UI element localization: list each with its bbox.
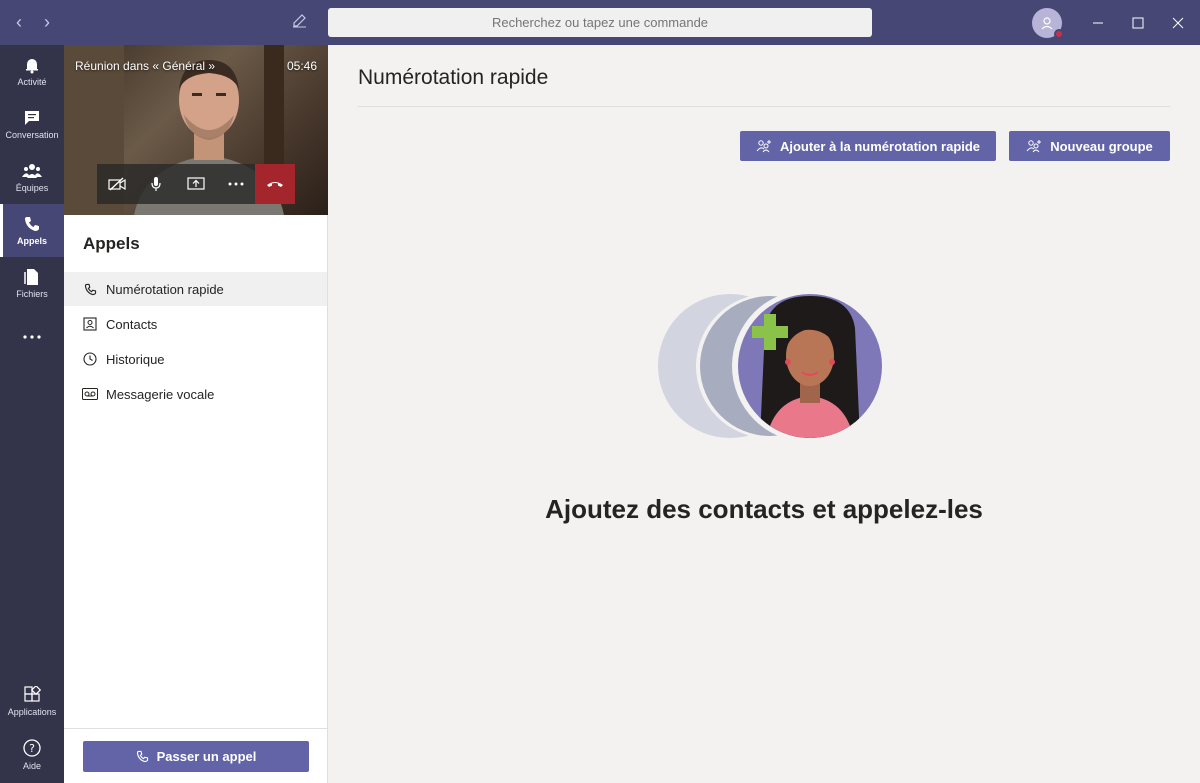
meeting-title: Réunion dans « Général » bbox=[75, 59, 216, 73]
maximize-button[interactable] bbox=[1116, 0, 1160, 45]
phone-icon bbox=[25, 217, 39, 231]
new-group-button[interactable]: Nouveau groupe bbox=[1009, 131, 1170, 161]
title-bar: ‹ › bbox=[0, 0, 1200, 45]
rail-item-help[interactable]: ? Aide bbox=[0, 728, 64, 781]
meeting-time: 05:46 bbox=[286, 59, 317, 73]
empty-state-text: Ajoutez des contacts et appelez-les bbox=[545, 494, 983, 524]
make-call-button[interactable]: Passer un appel bbox=[83, 741, 309, 772]
phone-icon bbox=[136, 750, 148, 763]
nav-item-speed-dial[interactable]: Numérotation rapide bbox=[64, 272, 327, 306]
rail-label: Appels bbox=[16, 236, 47, 246]
nav-item-label: Contacts bbox=[106, 316, 158, 332]
nav-item-label: Historique bbox=[106, 351, 165, 367]
add-group-icon bbox=[1026, 140, 1042, 153]
panel-divider bbox=[64, 728, 327, 729]
svg-text:?: ? bbox=[29, 742, 35, 755]
rail-item-more[interactable] bbox=[0, 310, 64, 363]
maximize-icon bbox=[1132, 17, 1144, 28]
teams-icon bbox=[22, 164, 42, 178]
nav-item-voicemail[interactable]: Messagerie vocale bbox=[64, 377, 327, 411]
nav-item-history[interactable]: Historique bbox=[64, 342, 327, 376]
page-title: Numérotation rapide bbox=[358, 66, 549, 89]
search-input[interactable] bbox=[328, 8, 872, 37]
camera-off-icon bbox=[108, 177, 126, 191]
rail-item-conversation[interactable]: Conversation bbox=[0, 98, 64, 151]
share-screen-icon bbox=[187, 177, 205, 190]
rail-item-activity[interactable]: Activité bbox=[0, 45, 64, 98]
rail-item-apps[interactable]: Applications bbox=[0, 675, 64, 728]
more-options-button[interactable] bbox=[216, 164, 256, 204]
hang-up-button[interactable] bbox=[255, 164, 295, 204]
more-icon bbox=[228, 182, 244, 186]
add-speed-dial-button[interactable]: Ajouter à la numérotation rapide bbox=[740, 131, 996, 161]
phone-icon bbox=[82, 281, 98, 297]
bell-icon bbox=[26, 59, 38, 74]
call-controls bbox=[97, 164, 295, 204]
close-icon bbox=[1172, 17, 1184, 28]
make-call-label: Passer un appel bbox=[156, 749, 257, 764]
speed-dial-illustration bbox=[658, 290, 884, 442]
rail-label: Applications bbox=[7, 707, 57, 717]
clock-icon bbox=[82, 351, 98, 367]
minimize-icon bbox=[1093, 22, 1103, 23]
rail-label: Aide bbox=[22, 761, 41, 771]
calls-panel: Réunion dans « Général » 05:46 Appels Nu bbox=[64, 45, 328, 783]
add-people-icon bbox=[756, 140, 771, 153]
close-button[interactable] bbox=[1156, 0, 1200, 45]
compose-icon[interactable] bbox=[292, 12, 312, 32]
rail-item-calls[interactable]: Appels bbox=[0, 204, 64, 257]
chevron-left-icon[interactable]: ‹ bbox=[12, 0, 26, 45]
title-divider bbox=[358, 106, 1170, 107]
new-group-label: Nouveau groupe bbox=[1050, 138, 1153, 154]
add-speed-dial-label: Ajouter à la numérotation rapide bbox=[779, 138, 981, 154]
rail-item-teams[interactable]: Équipes bbox=[0, 151, 64, 204]
history-nav: ‹ › bbox=[12, 0, 72, 45]
nav-item-label: Messagerie vocale bbox=[106, 386, 215, 402]
microphone-icon bbox=[151, 177, 161, 191]
hang-up-icon bbox=[267, 182, 284, 187]
rail-label: Activité bbox=[17, 77, 47, 87]
rail-item-files[interactable]: Fichiers bbox=[0, 257, 64, 310]
more-icon bbox=[23, 334, 41, 339]
meeting-video[interactable]: Réunion dans « Général » 05:46 bbox=[64, 45, 328, 215]
share-screen-button[interactable] bbox=[176, 164, 216, 204]
panel-title: Appels bbox=[83, 234, 140, 253]
minimize-button[interactable] bbox=[1076, 0, 1120, 45]
nav-item-label: Numérotation rapide bbox=[106, 281, 224, 297]
rail-label: Équipes bbox=[15, 183, 49, 193]
app-rail: Activité Conversation Équipes Appels Fic… bbox=[0, 45, 64, 783]
chat-icon bbox=[25, 111, 39, 125]
rail-label: Fichiers bbox=[16, 289, 48, 299]
microphone-button[interactable] bbox=[137, 164, 177, 204]
avatar[interactable] bbox=[1032, 8, 1064, 39]
nav-item-contacts[interactable]: Contacts bbox=[64, 307, 327, 341]
chevron-right-icon[interactable]: › bbox=[40, 0, 54, 45]
help-icon: ? bbox=[23, 739, 41, 757]
file-icon bbox=[24, 269, 38, 285]
camera-off-button[interactable] bbox=[97, 164, 137, 204]
status-badge bbox=[1054, 29, 1064, 39]
contacts-icon bbox=[82, 316, 98, 332]
user-icon bbox=[1041, 17, 1053, 30]
rail-label: Conversation bbox=[5, 130, 59, 140]
apps-icon bbox=[24, 686, 41, 702]
voicemail-icon bbox=[82, 386, 98, 402]
